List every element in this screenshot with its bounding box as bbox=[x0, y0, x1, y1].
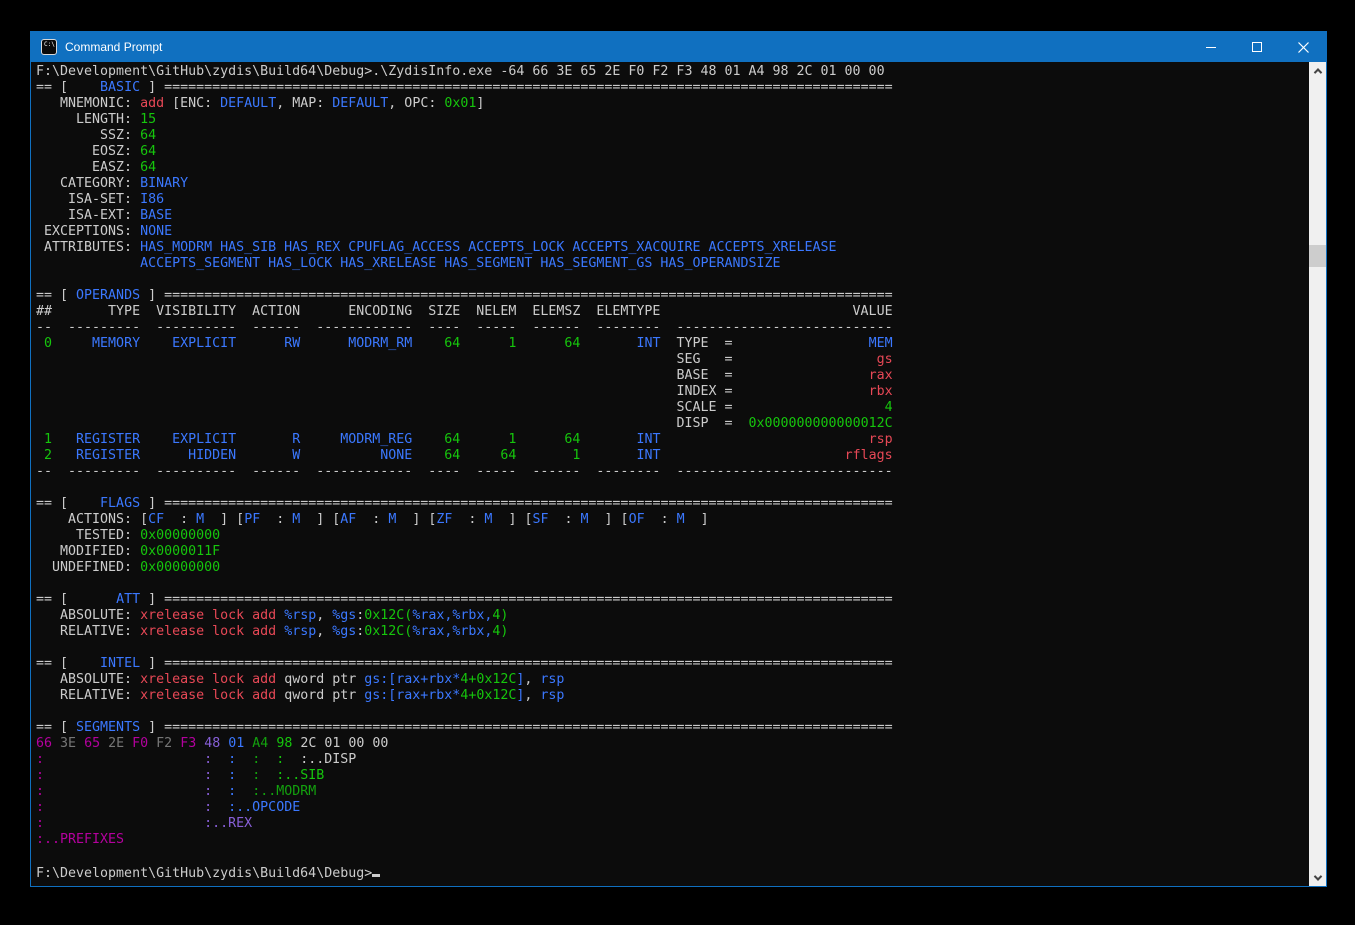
window-title: Command Prompt bbox=[65, 40, 162, 54]
terminal-line bbox=[36, 576, 1309, 592]
terminal-line: == [ BASIC ] ===========================… bbox=[36, 80, 1309, 96]
terminal-line: F:\Development\GitHub\zydis\Build64\Debu… bbox=[36, 864, 1309, 880]
terminal-line: ISA-SET: I86 bbox=[36, 192, 1309, 208]
terminal-line: -- --------- ---------- ------ ---------… bbox=[36, 320, 1309, 336]
terminal-line: ACTIONS: [CF : M ] [PF : M ] [AF : M ] [… bbox=[36, 512, 1309, 528]
terminal-line: LENGTH: 15 bbox=[36, 112, 1309, 128]
scroll-up-button[interactable] bbox=[1309, 62, 1326, 79]
terminal-line: EASZ: 64 bbox=[36, 160, 1309, 176]
close-button[interactable] bbox=[1280, 32, 1326, 62]
terminal-line: == [ INTEL ] ===========================… bbox=[36, 656, 1309, 672]
chevron-up-icon bbox=[1313, 68, 1321, 76]
scrollbar-track[interactable] bbox=[1309, 79, 1326, 869]
terminal-line: 66 3E 65 2E F0 F2 F3 48 01 A4 98 2C 01 0… bbox=[36, 736, 1309, 752]
scroll-down-button[interactable] bbox=[1309, 869, 1326, 886]
terminal-line: ABSOLUTE: xrelease lock add %rsp, %gs:0x… bbox=[36, 608, 1309, 624]
maximize-button[interactable] bbox=[1234, 32, 1280, 62]
title-bar[interactable]: C:\ Command Prompt bbox=[31, 32, 1326, 62]
terminal-line: : : : : : :..DISP bbox=[36, 752, 1309, 768]
terminal-line: ISA-EXT: BASE bbox=[36, 208, 1309, 224]
terminal-line: : :..REX bbox=[36, 816, 1309, 832]
terminal-line: == [ SEGMENTS ] ========================… bbox=[36, 720, 1309, 736]
terminal-line: -- --------- ---------- ------ ---------… bbox=[36, 464, 1309, 480]
scrollbar[interactable] bbox=[1309, 62, 1326, 886]
terminal-line bbox=[36, 704, 1309, 720]
command-prompt-window: C:\ Command Prompt F:\Development\GitHub… bbox=[30, 31, 1327, 887]
terminal-line: BASE = rax bbox=[36, 368, 1309, 384]
terminal-line: == [ OPERANDS ] ========================… bbox=[36, 288, 1309, 304]
terminal-line: MODIFIED: 0x0000011F bbox=[36, 544, 1309, 560]
terminal-line: DISP = 0x000000000000012C bbox=[36, 416, 1309, 432]
minimize-icon bbox=[1206, 47, 1216, 48]
text-cursor bbox=[372, 864, 380, 877]
terminal-line: :..PREFIXES bbox=[36, 832, 1309, 848]
terminal-line bbox=[36, 272, 1309, 288]
close-icon bbox=[1298, 42, 1309, 53]
terminal-line: SEG = gs bbox=[36, 352, 1309, 368]
terminal-line: : : : : :..SIB bbox=[36, 768, 1309, 784]
terminal-line: INDEX = rbx bbox=[36, 384, 1309, 400]
terminal-line: == [ ATT ] =============================… bbox=[36, 592, 1309, 608]
terminal-line: ACCEPTS_SEGMENT HAS_LOCK HAS_XRELEASE HA… bbox=[36, 256, 1309, 272]
chevron-down-icon bbox=[1313, 872, 1321, 880]
cmd-icon: C:\ bbox=[41, 39, 57, 55]
terminal-line: SCALE = 4 bbox=[36, 400, 1309, 416]
terminal-line: : : : :..MODRM bbox=[36, 784, 1309, 800]
minimize-button[interactable] bbox=[1188, 32, 1234, 62]
terminal-line: ABSOLUTE: xrelease lock add qword ptr gs… bbox=[36, 672, 1309, 688]
terminal-line: ## TYPE VISIBILITY ACTION ENCODING SIZE … bbox=[36, 304, 1309, 320]
terminal-line: CATEGORY: BINARY bbox=[36, 176, 1309, 192]
window-content: F:\Development\GitHub\zydis\Build64\Debu… bbox=[31, 62, 1326, 886]
terminal-line bbox=[36, 480, 1309, 496]
terminal-line bbox=[36, 848, 1309, 864]
terminal-line: RELATIVE: xrelease lock add %rsp, %gs:0x… bbox=[36, 624, 1309, 640]
terminal-line: 1 REGISTER EXPLICIT R MODRM_REG 64 1 64 … bbox=[36, 432, 1309, 448]
terminal-line: UNDEFINED: 0x00000000 bbox=[36, 560, 1309, 576]
terminal-line: : : :..OPCODE bbox=[36, 800, 1309, 816]
terminal-line: == [ FLAGS ] ===========================… bbox=[36, 496, 1309, 512]
maximize-icon bbox=[1252, 42, 1262, 52]
terminal-line: SSZ: 64 bbox=[36, 128, 1309, 144]
scrollbar-thumb[interactable] bbox=[1309, 245, 1326, 267]
terminal-line: F:\Development\GitHub\zydis\Build64\Debu… bbox=[36, 64, 1309, 80]
terminal-line: 2 REGISTER HIDDEN W NONE 64 64 1 INT rfl… bbox=[36, 448, 1309, 464]
terminal-line: TESTED: 0x00000000 bbox=[36, 528, 1309, 544]
terminal-line: EXCEPTIONS: NONE bbox=[36, 224, 1309, 240]
terminal-line: ATTRIBUTES: HAS_MODRM HAS_SIB HAS_REX CP… bbox=[36, 240, 1309, 256]
terminal-line: RELATIVE: xrelease lock add qword ptr gs… bbox=[36, 688, 1309, 704]
terminal-line: MNEMONIC: add [ENC: DEFAULT, MAP: DEFAUL… bbox=[36, 96, 1309, 112]
terminal-output[interactable]: F:\Development\GitHub\zydis\Build64\Debu… bbox=[31, 62, 1309, 886]
terminal-line: 0 MEMORY EXPLICIT RW MODRM_RM 64 1 64 IN… bbox=[36, 336, 1309, 352]
terminal-line: EOSZ: 64 bbox=[36, 144, 1309, 160]
terminal-line bbox=[36, 640, 1309, 656]
